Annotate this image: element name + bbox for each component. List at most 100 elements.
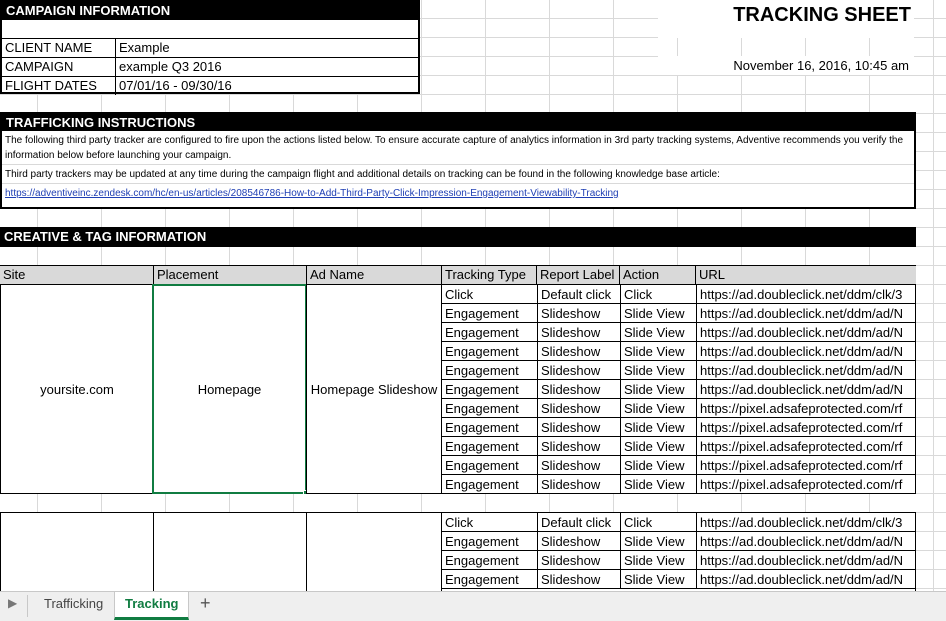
- header-report-label[interactable]: Report Label: [536, 266, 619, 284]
- tracking-type-cell[interactable]: Engagement: [442, 475, 537, 494]
- url-cell[interactable]: https://ad.doubleclick.net/ddm/ad/N: [696, 323, 915, 342]
- header-action[interactable]: Action: [619, 266, 695, 284]
- client-name-row[interactable]: CLIENT NAME Example: [2, 38, 418, 57]
- trafficking-instructions-box: TRAFFICKING INSTRUCTIONS The following t…: [0, 112, 916, 209]
- tracking-type-cell[interactable]: Click: [442, 285, 537, 304]
- client-name-label: CLIENT NAME: [2, 39, 116, 57]
- header-placement[interactable]: Placement: [153, 266, 306, 284]
- url-cell[interactable]: https://ad.doubleclick.net/ddm/ad/N: [696, 380, 915, 399]
- table-row: Engagement Slideshow Slide View https://ad.…: [442, 323, 915, 342]
- url-cell[interactable]: https://pixel.adsafeprotected.com/rf: [696, 399, 915, 418]
- report-label-cell[interactable]: Slideshow: [537, 399, 620, 418]
- table-row: Engagement Slideshow Slide View https://ad.…: [442, 532, 915, 551]
- action-cell[interactable]: Click: [620, 513, 696, 532]
- flight-dates-row[interactable]: FLIGHT DATES 07/01/16 - 09/30/16: [2, 76, 418, 95]
- report-label-cell[interactable]: Slideshow: [537, 323, 620, 342]
- action-cell[interactable]: Click: [620, 285, 696, 304]
- report-label-cell[interactable]: Slideshow: [537, 475, 620, 494]
- report-label-cell[interactable]: Slideshow: [537, 304, 620, 323]
- url-cell[interactable]: https://ad.doubleclick.net/ddm/clk/3: [696, 285, 915, 304]
- action-cell[interactable]: Slide View: [620, 532, 696, 551]
- tracking-type-cell[interactable]: Engagement: [442, 304, 537, 323]
- action-cell[interactable]: Slide View: [620, 456, 696, 475]
- action-cell[interactable]: Slide View: [620, 475, 696, 494]
- table-row: Engagement Slideshow Slide View https://pix…: [442, 437, 915, 456]
- header-tracking-type[interactable]: Tracking Type: [441, 266, 536, 284]
- ad-name-cell[interactable]: Homepage Slideshow: [306, 284, 442, 494]
- table-row: Engagement Slideshow Slide View https://ad.…: [442, 570, 915, 589]
- placement-cell-2[interactable]: [153, 512, 307, 591]
- report-label-cell[interactable]: Slideshow: [537, 456, 620, 475]
- report-label-cell[interactable]: Default click: [537, 513, 620, 532]
- sheet-title: TRACKING SHEET: [658, 0, 914, 38]
- action-cell[interactable]: Slide View: [620, 342, 696, 361]
- report-label-cell[interactable]: Default click: [537, 285, 620, 304]
- action-cell[interactable]: Slide View: [620, 304, 696, 323]
- report-label-cell[interactable]: Slideshow: [537, 418, 620, 437]
- url-cell[interactable]: https://ad.doubleclick.net/ddm/ad/N: [696, 570, 915, 589]
- site-cell[interactable]: yoursite.com: [0, 284, 154, 494]
- url-cell[interactable]: https://ad.doubleclick.net/ddm/ad/N: [696, 361, 915, 380]
- url-cell[interactable]: https://pixel.adsafeprotected.com/rf: [696, 475, 915, 494]
- tracking-type-cell[interactable]: Engagement: [442, 399, 537, 418]
- action-cell[interactable]: Slide View: [620, 323, 696, 342]
- client-name-value[interactable]: Example: [116, 39, 418, 57]
- knowledge-base-link[interactable]: https://adventiveinc.zendesk.com/hc/en-u…: [5, 186, 911, 201]
- add-sheet-icon[interactable]: +: [200, 592, 211, 614]
- url-cell[interactable]: https://ad.doubleclick.net/ddm/ad/N: [696, 304, 915, 323]
- tracking-type-cell[interactable]: Engagement: [442, 551, 537, 570]
- site-cell-2[interactable]: [0, 512, 154, 591]
- campaign-row[interactable]: CAMPAIGN example Q3 2016: [2, 57, 418, 76]
- ad-name-cell-2[interactable]: [306, 512, 442, 591]
- scroll-tabs-icon[interactable]: ▶: [8, 596, 17, 610]
- report-label-cell[interactable]: Slideshow: [537, 380, 620, 399]
- report-label-cell[interactable]: Slideshow: [537, 532, 620, 551]
- tracking-type-cell[interactable]: Engagement: [442, 418, 537, 437]
- tracking-type-cell[interactable]: Click: [442, 513, 537, 532]
- url-cell[interactable]: https://ad.doubleclick.net/ddm/ad/N: [696, 551, 915, 570]
- trafficking-title: TRAFFICKING INSTRUCTIONS: [2, 114, 914, 131]
- url-cell[interactable]: https://pixel.adsafeprotected.com/rf: [696, 437, 915, 456]
- group2-tracking-rows: Click Default click Click https://ad.double…: [441, 512, 916, 591]
- url-cell[interactable]: https://pixel.adsafeprotected.com/rf: [696, 456, 915, 475]
- campaign-value[interactable]: example Q3 2016: [116, 58, 418, 76]
- url-cell[interactable]: https://pixel.adsafeprotected.com/rf: [696, 418, 915, 437]
- tab-tracking[interactable]: Tracking: [114, 592, 190, 620]
- tracking-type-cell[interactable]: Engagement: [442, 342, 537, 361]
- header-ad-name[interactable]: Ad Name: [306, 266, 441, 284]
- report-label-cell[interactable]: Slideshow: [537, 361, 620, 380]
- sheet-tab-bar: ▶ Trafficking Tracking +: [0, 591, 946, 621]
- tracking-type-cell[interactable]: Engagement: [442, 456, 537, 475]
- trafficking-paragraph-2: Third party trackers may be updated at a…: [5, 169, 720, 180]
- action-cell[interactable]: Slide View: [620, 361, 696, 380]
- flight-dates-value[interactable]: 07/01/16 - 09/30/16: [116, 77, 418, 95]
- action-cell[interactable]: Slide View: [620, 418, 696, 437]
- tracking-type-cell[interactable]: Engagement: [442, 570, 537, 589]
- action-cell[interactable]: Slide View: [620, 570, 696, 589]
- campaign-info-box: CAMPAIGN INFORMATION CLIENT NAME Example…: [0, 0, 420, 95]
- tracking-type-cell[interactable]: Engagement: [442, 437, 537, 456]
- group1-tracking-rows: Click Default click Click https://ad.double…: [441, 284, 916, 494]
- report-label-cell[interactable]: Slideshow: [537, 570, 620, 589]
- action-cell[interactable]: Slide View: [620, 399, 696, 418]
- tracking-type-cell[interactable]: Engagement: [442, 532, 537, 551]
- report-label-cell[interactable]: Slideshow: [537, 551, 620, 570]
- url-cell[interactable]: https://ad.doubleclick.net/ddm/ad/N: [696, 342, 915, 361]
- placement-cell-selected[interactable]: Homepage: [152, 284, 307, 494]
- report-label-cell[interactable]: Slideshow: [537, 342, 620, 361]
- url-cell[interactable]: https://ad.doubleclick.net/ddm/clk/3: [696, 513, 915, 532]
- action-cell[interactable]: Slide View: [620, 437, 696, 456]
- tab-trafficking[interactable]: Trafficking: [34, 592, 113, 620]
- action-cell[interactable]: Slide View: [620, 380, 696, 399]
- tracking-type-cell[interactable]: Engagement: [442, 380, 537, 399]
- header-site[interactable]: Site: [0, 266, 153, 284]
- tracking-type-cell[interactable]: Engagement: [442, 361, 537, 380]
- spreadsheet-grid[interactable]: CAMPAIGN INFORMATION CLIENT NAME Example…: [0, 0, 946, 591]
- url-cell[interactable]: https://ad.doubleclick.net/ddm/ad/N: [696, 532, 915, 551]
- action-cell[interactable]: Slide View: [620, 551, 696, 570]
- trafficking-paragraph-1: The following third party tracker are co…: [5, 135, 904, 161]
- header-url[interactable]: URL: [695, 266, 916, 284]
- tracking-type-cell[interactable]: Engagement: [442, 323, 537, 342]
- report-label-cell[interactable]: Slideshow: [537, 437, 620, 456]
- table-row: Engagement Slideshow Slide View https://ad.…: [442, 342, 915, 361]
